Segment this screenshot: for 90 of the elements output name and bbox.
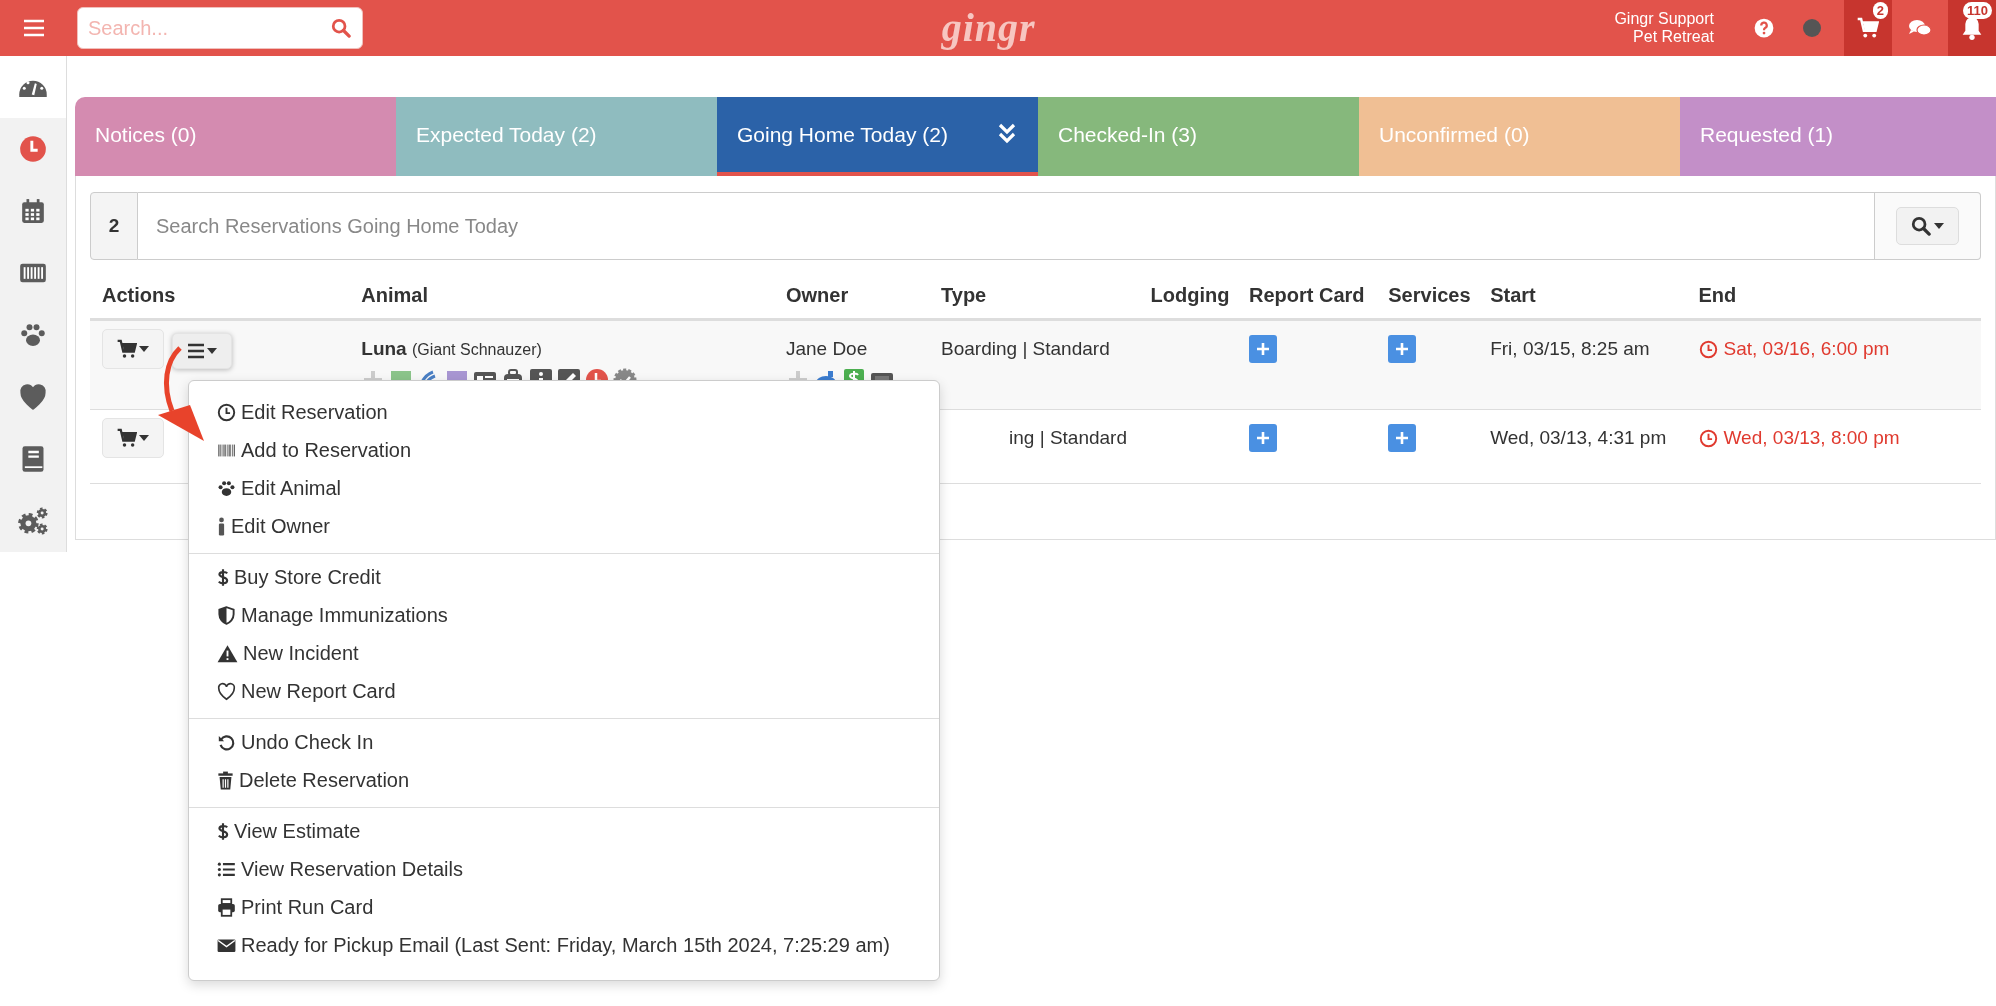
add-button[interactable] <box>1388 335 1417 363</box>
menu-item[interactable]: Edit Animal <box>217 469 911 507</box>
trash-icon <box>217 770 234 790</box>
menu-item[interactable]: New Incident <box>217 634 911 672</box>
plus-icon <box>1256 431 1270 445</box>
menu-item[interactable]: Delete Reservation <box>217 761 911 799</box>
caret-icon <box>139 346 149 352</box>
start-time: Wed, 03/13, 4:31 pm <box>1490 427 1667 448</box>
plus-icon <box>1395 431 1410 445</box>
notification-count: 110 <box>1963 2 1992 19</box>
paw-icon <box>217 478 236 498</box>
menu-icon <box>22 19 45 37</box>
column-header: Actions <box>102 284 176 306</box>
menu-item[interactable]: Add to Reservation <box>217 431 911 469</box>
menu-item[interactable]: Edit Owner <box>217 507 911 545</box>
printer-icon <box>217 897 236 917</box>
caret-icon <box>139 435 149 441</box>
add-button[interactable] <box>1249 335 1277 363</box>
animal-name[interactable]: Luna <box>361 338 407 359</box>
column-header: Lodging <box>1150 284 1230 306</box>
cart-icon <box>117 428 137 448</box>
plus-icon <box>1256 342 1270 356</box>
shield-icon <box>217 605 236 625</box>
book-icon <box>21 445 45 473</box>
user-name: Gingr Support <box>1614 9 1714 28</box>
location-name: Pet Retreat <box>1632 28 1714 47</box>
menu-item[interactable]: Buy Store Credit <box>217 558 911 596</box>
person-icon <box>217 516 226 536</box>
clock-icon <box>1698 339 1718 359</box>
column-header: Start <box>1490 284 1536 306</box>
end-time: Wed, 03/13, 8:00 pm <box>1698 424 1900 453</box>
menu-item[interactable]: View Estimate <box>217 812 911 850</box>
calendar-icon <box>20 197 46 225</box>
caret-icon <box>1934 223 1944 229</box>
reservation-type: Boarding | Standard <box>941 338 1110 359</box>
actions-menu-button[interactable] <box>172 333 232 369</box>
search-field[interactable]: Search... <box>77 7 363 49</box>
chat-icon <box>1908 18 1932 38</box>
bell-icon <box>1961 16 1983 40</box>
notifications-button[interactable]: 110 <box>1948 0 1996 56</box>
owner-name[interactable]: Jane Doe <box>785 338 868 359</box>
cart-icon <box>1857 17 1879 39</box>
caret-icon <box>207 348 217 354</box>
add-button[interactable] <box>1388 424 1417 452</box>
search-icon <box>1911 216 1931 236</box>
search-button[interactable] <box>1896 207 1959 245</box>
dollar-icon <box>217 821 229 841</box>
double-chevron-icon <box>998 123 1016 146</box>
animal-breed: (Giant Schnauzer) <box>411 341 542 358</box>
menu-item[interactable]: Ready for Pickup Email (Last Sent: Friday, March 15th 2024, 7:25:29 am) <box>217 926 911 964</box>
warning-icon <box>217 643 238 663</box>
status-dot-icon <box>1803 19 1821 37</box>
column-header: Type <box>941 284 987 306</box>
cart-count: 2 <box>1872 2 1888 19</box>
menu-item[interactable]: Undo Check In <box>217 723 911 761</box>
end-time: Sat, 03/16, 6:00 pm <box>1698 335 1890 364</box>
undo-icon <box>217 732 236 752</box>
cart-dropdown-button[interactable] <box>102 329 164 369</box>
cart-dropdown-button[interactable] <box>102 418 164 458</box>
paw-icon <box>19 321 47 349</box>
column-header: End <box>1698 284 1737 306</box>
result-count: 2 <box>90 192 138 260</box>
help-icon <box>1754 18 1774 38</box>
menu-item[interactable]: Manage Immunizations <box>217 596 911 634</box>
reservation-type: ing | Standard <box>1008 426 1127 450</box>
menu-item[interactable]: View Reservation Details <box>217 850 911 888</box>
column-header: Owner <box>785 284 849 306</box>
menu-item[interactable]: Print Run Card <box>217 888 911 926</box>
column-header: Report Card <box>1249 284 1365 306</box>
search-icon <box>331 18 351 38</box>
menu-icon <box>187 343 205 359</box>
sidebar-item[interactable] <box>0 56 66 118</box>
start-time: Fri, 03/15, 8:25 am <box>1490 338 1650 359</box>
cart-icon <box>117 339 137 359</box>
heart-icon <box>217 681 236 701</box>
add-button[interactable] <box>1249 424 1277 452</box>
gears-icon <box>17 506 49 536</box>
cart-button[interactable]: 2 <box>1844 0 1892 56</box>
menu-item[interactable]: Edit Reservation <box>217 393 911 431</box>
plus-icon <box>1395 342 1410 356</box>
dollar-icon <box>217 567 229 587</box>
search-field[interactable]: Search Reservations Going Home Today <box>138 192 1875 260</box>
column-header: Animal <box>361 284 428 306</box>
heart-icon <box>19 383 47 411</box>
column-header: Services <box>1388 284 1471 306</box>
clock-icon <box>19 135 47 163</box>
clock-icon <box>217 402 236 422</box>
menu-item[interactable]: New Report Card <box>217 672 911 710</box>
clock-icon <box>1698 428 1718 448</box>
tab[interactable]: Going Home Today (2) <box>717 97 1038 176</box>
